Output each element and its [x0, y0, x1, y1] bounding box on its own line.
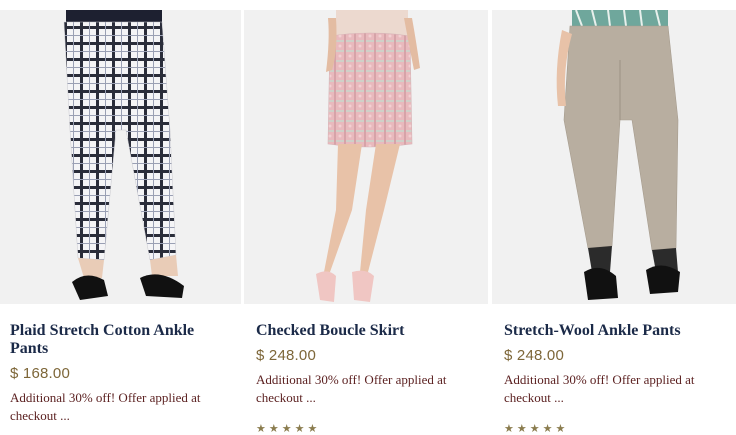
product-grid: Plaid Stretch Cotton Ankle Pants $ 168.0… — [0, 0, 736, 435]
product-name[interactable]: Plaid Stretch Cotton Ankle Pants — [10, 322, 236, 358]
offer-text: Additional 30% off! Offer applied at che… — [256, 372, 447, 405]
product-price: $ 248.00 — [504, 347, 564, 364]
product-image[interactable] — [492, 10, 736, 304]
product-card-wool-pants[interactable]: Stretch-Wool Ankle Pants $ 248.00 Additi… — [492, 0, 736, 435]
offer-text: Additional 30% off! Offer applied at che… — [504, 372, 695, 405]
offer-text: Additional 30% off! Offer applied at che… — [10, 390, 201, 423]
rating-stars: ★★★★★ — [256, 422, 321, 435]
product-price: $ 168.00 — [10, 365, 70, 382]
product-price: $ 248.00 — [256, 347, 316, 364]
rating-stars: ★★★★★ — [504, 422, 569, 435]
product-name[interactable]: Stretch-Wool Ankle Pants — [504, 322, 730, 340]
product-image[interactable] — [0, 10, 241, 304]
product-card-plaid-pants[interactable]: Plaid Stretch Cotton Ankle Pants $ 168.0… — [0, 0, 244, 430]
product-name[interactable]: Checked Boucle Skirt — [256, 322, 482, 340]
product-card-boucle-skirt[interactable]: Checked Boucle Skirt $ 248.00 Additional… — [244, 0, 488, 435]
product-image[interactable] — [244, 10, 488, 304]
